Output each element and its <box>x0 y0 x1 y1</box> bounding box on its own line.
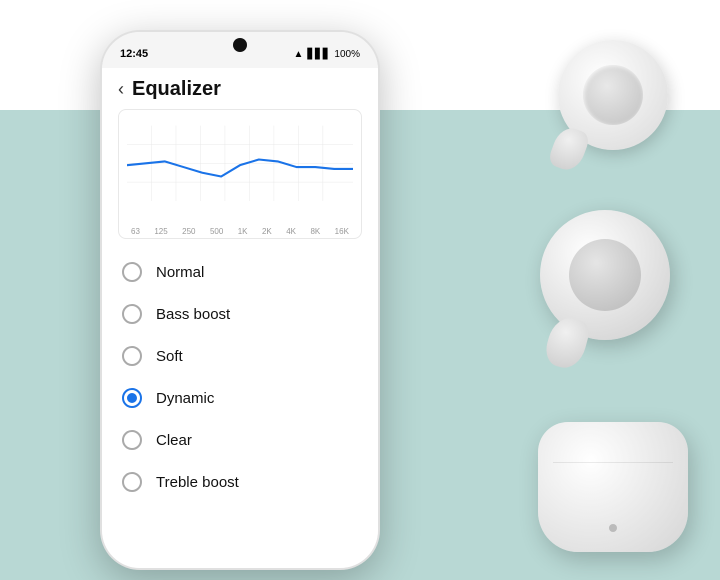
battery-label: 100% <box>334 49 360 60</box>
phone: 12:45 ▲ ▋▋▋ 100% ‹ Equalizer <box>100 30 380 570</box>
case-lid-line <box>553 462 673 463</box>
option-soft[interactable]: Soft <box>102 335 378 377</box>
freq-16k: 16K <box>335 227 349 236</box>
case-led-dot <box>609 524 617 532</box>
radio-treble-boost[interactable] <box>122 472 142 492</box>
option-bass-boost[interactable]: Bass boost <box>102 293 378 335</box>
radio-dynamic[interactable] <box>122 388 142 408</box>
freq-8k: 8K <box>310 227 320 236</box>
radio-normal[interactable] <box>122 262 142 282</box>
earbud-tip-mid <box>542 314 592 372</box>
radio-clear[interactable] <box>122 430 142 450</box>
earbud-inner-mid <box>569 239 641 311</box>
wifi-icon: ▲ <box>293 49 303 60</box>
radio-dynamic-fill <box>127 393 137 403</box>
option-label-bass-boost: Bass boost <box>156 306 230 323</box>
eq-options-list: Normal Bass boost Soft Dynamic <box>102 247 378 507</box>
screen-header: ‹ Equalizer <box>102 68 378 109</box>
freq-2k: 2K <box>262 227 272 236</box>
page-title: Equalizer <box>132 78 221 101</box>
freq-500: 500 <box>210 227 223 236</box>
case-body <box>538 422 688 552</box>
option-label-soft: Soft <box>156 348 183 365</box>
earbud-case <box>538 422 698 562</box>
freq-63: 63 <box>131 227 140 236</box>
option-treble-boost[interactable]: Treble boost <box>102 461 378 503</box>
earbud-inner-top <box>583 65 643 125</box>
back-button[interactable]: ‹ <box>118 79 124 100</box>
option-label-normal: Normal <box>156 264 204 281</box>
eq-freq-labels: 63 125 250 500 1K 2K 4K 8K 16K <box>127 225 353 236</box>
phone-screen: ‹ Equalizer <box>102 68 378 568</box>
radio-bass-boost[interactable] <box>122 304 142 324</box>
option-label-clear: Clear <box>156 432 192 449</box>
freq-4k: 4K <box>286 227 296 236</box>
status-icons: ▲ ▋▋▋ 100% <box>293 49 360 60</box>
earbud-middle-right <box>540 210 690 380</box>
camera-notch <box>233 38 247 52</box>
freq-125: 125 <box>154 227 167 236</box>
signal-icon: ▋▋▋ <box>307 49 330 60</box>
freq-250: 250 <box>182 227 195 236</box>
earbud-top-right <box>548 40 678 180</box>
eq-chart: 63 125 250 500 1K 2K 4K 8K 16K <box>118 109 362 239</box>
option-clear[interactable]: Clear <box>102 419 378 461</box>
scene: 12:45 ▲ ▋▋▋ 100% ‹ Equalizer <box>0 0 720 580</box>
eq-graph <box>127 118 353 218</box>
option-label-dynamic: Dynamic <box>156 390 214 407</box>
option-label-treble-boost: Treble boost <box>156 474 239 491</box>
status-time: 12:45 <box>120 48 148 60</box>
radio-soft[interactable] <box>122 346 142 366</box>
option-normal[interactable]: Normal <box>102 251 378 293</box>
freq-1k: 1K <box>238 227 248 236</box>
status-bar: 12:45 ▲ ▋▋▋ 100% <box>102 32 378 68</box>
option-dynamic[interactable]: Dynamic <box>102 377 378 419</box>
